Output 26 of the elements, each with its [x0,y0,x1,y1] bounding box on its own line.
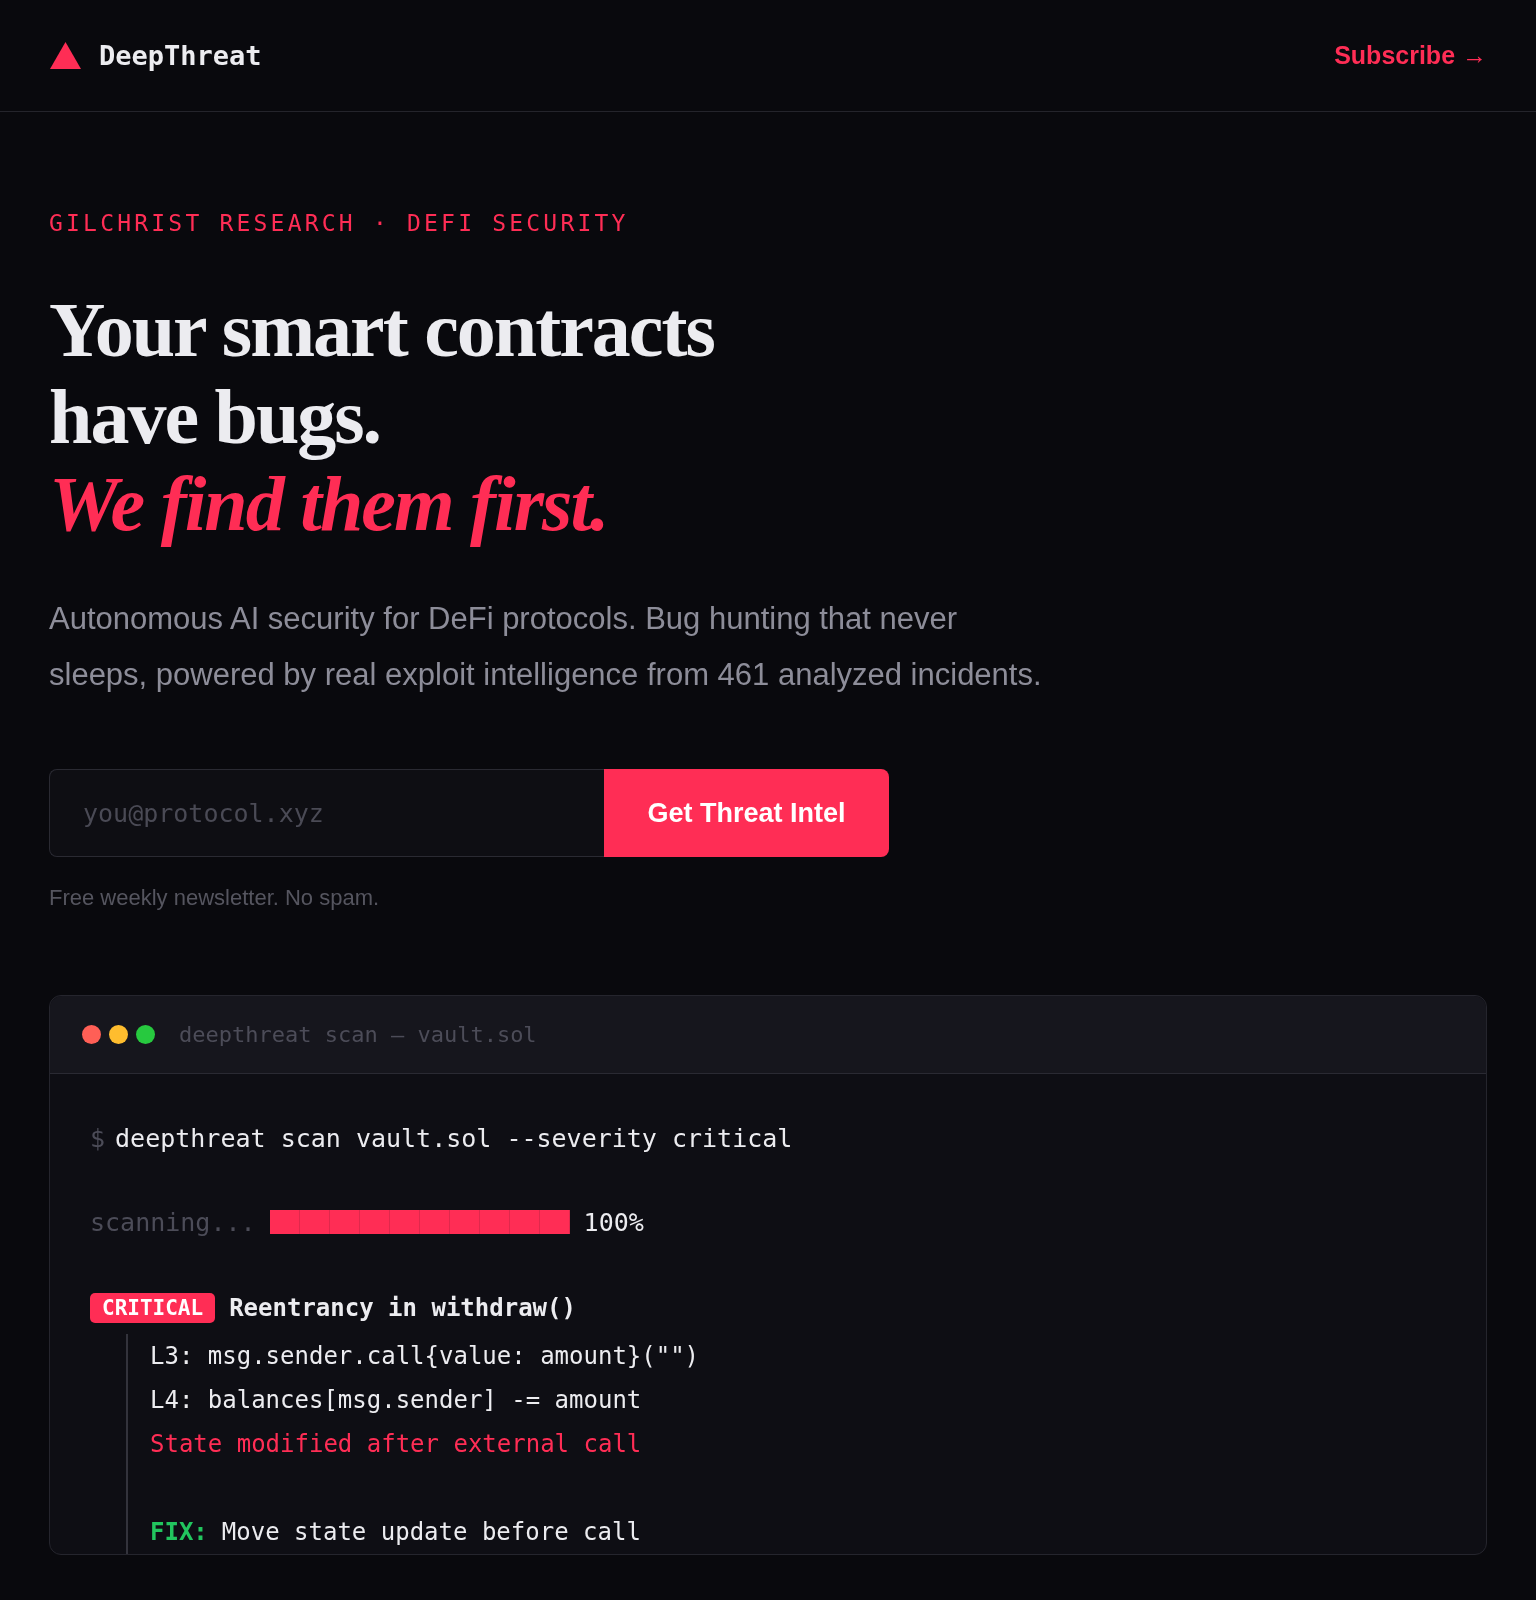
finding-title: Reentrancy in withdraw() [229,1294,576,1322]
get-threat-intel-button[interactable]: Get Threat Intel [604,769,889,857]
maximize-dot-icon[interactable] [136,1025,155,1044]
fix-label: FIX: [150,1518,208,1546]
terminal-title: deepthreat scan — vault.sol [179,1022,537,1047]
command-text: deepthreat scan vault.sol --severity critical [115,1123,793,1153]
fix-text: Move state update before call [221,1518,641,1546]
code-line: L4: balances[msg.sender] -= amount [150,1386,642,1414]
headline-line: have bugs. [49,373,382,460]
email-field[interactable]: you@protocol.xyz [49,769,604,857]
newsletter-note: Free weekly newsletter. No spam. [49,885,381,911]
progress-reading: 100% [583,1207,644,1237]
headline-line: Your smart contracts [49,286,715,373]
triangle-logo-icon [50,42,81,69]
kicker-text: GILCHRIST RESEARCH · DEFI SECURITY [49,210,630,236]
close-dot-icon[interactable] [82,1025,101,1044]
prompt-symbol: $ [90,1123,106,1153]
subscribe-link[interactable]: Subscribe → [1334,41,1487,70]
description-text: Autonomous AI security for DeFi protocols. Bug hunting that never sleeps, powered by real exploit intelligence from 461 analyzed incidents. [49,600,1043,694]
brand-name: DeepThreat [99,40,262,71]
headline-accent: We find them first. [49,460,609,547]
warning-text: State modified after external call [150,1430,642,1458]
scanning-label: scanning... [90,1207,256,1237]
code-line: L3: msg.sender.call{value: amount}("") [150,1342,700,1370]
minimize-dot-icon[interactable] [109,1025,128,1044]
severity-badge: CRITICAL [90,1293,216,1323]
